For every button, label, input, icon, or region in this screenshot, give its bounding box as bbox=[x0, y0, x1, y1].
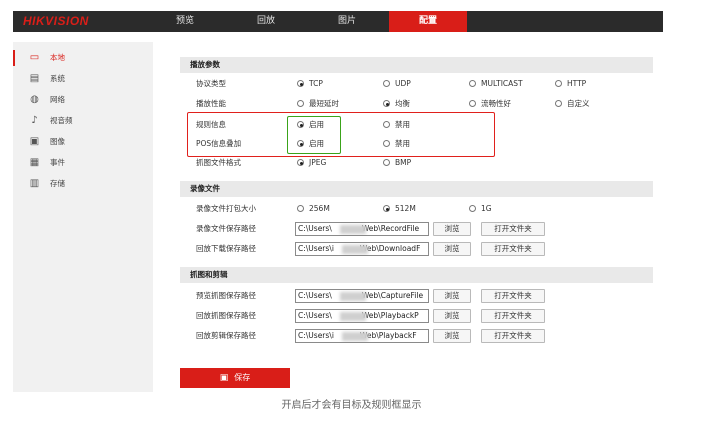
radio-protocol-udp[interactable]: UDP bbox=[383, 78, 411, 90]
sidebar-item-system[interactable]: ▤ 系统 bbox=[13, 69, 153, 89]
storage-icon: ▥ bbox=[29, 178, 40, 189]
download-path-input[interactable]: C:\Users\i Web\DownloadF bbox=[295, 242, 429, 256]
playback-clip-path-input[interactable]: C:\Users\i Web\PlaybackF bbox=[295, 329, 429, 343]
sidebar-item-label: 视音频 bbox=[50, 116, 73, 125]
save-button-label: 保存 bbox=[234, 373, 251, 382]
radio-performance-lowest-delay[interactable]: 最短延时 bbox=[297, 98, 339, 110]
playback-capture-path-input[interactable]: C:\Users\ Web\PlaybackP bbox=[295, 309, 429, 323]
preview-capture-path-input[interactable]: C:\Users\ Web\CaptureFile bbox=[295, 289, 429, 303]
section-record-file: 录像文件 bbox=[180, 181, 653, 197]
caption-text: 开启后才会有目标及规则框显示 bbox=[281, 400, 422, 411]
radio-pack-512m[interactable]: 512M bbox=[383, 203, 416, 215]
highlight-box-green bbox=[287, 116, 341, 154]
pack-size-label: 录像文件打包大小 bbox=[196, 204, 256, 213]
sidebar-item-label: 系统 bbox=[50, 74, 65, 83]
sidebar-item-label: 存储 bbox=[50, 179, 65, 188]
highlight-box-red bbox=[187, 112, 495, 157]
performance-label: 播放性能 bbox=[196, 99, 226, 108]
globe-icon: ◍ bbox=[30, 94, 39, 105]
tab-picture[interactable]: 图片 bbox=[308, 11, 386, 32]
radio-protocol-http[interactable]: HTTP bbox=[555, 78, 586, 90]
section-capture-clip: 抓图和剪辑 bbox=[180, 267, 653, 283]
save-icon: ▣ bbox=[219, 373, 229, 383]
open-folder-button[interactable]: 打开文件夹 bbox=[481, 309, 545, 323]
browse-button[interactable]: 浏览 bbox=[433, 309, 471, 323]
radio-performance-smooth[interactable]: 流畅性好 bbox=[469, 98, 511, 110]
sidebar-item-label: 图像 bbox=[50, 137, 65, 146]
sidebar-item-audio-video[interactable]: ♪ 视音频 bbox=[13, 111, 153, 131]
playback-capture-path-label: 回放抓图保存路径 bbox=[196, 311, 256, 320]
tab-preview[interactable]: 预览 bbox=[146, 11, 224, 32]
radio-pack-256m[interactable]: 256M bbox=[297, 203, 330, 215]
sidebar-item-event[interactable]: ▦ 事件 bbox=[13, 153, 153, 173]
browse-button[interactable]: 浏览 bbox=[433, 329, 471, 343]
browse-button[interactable]: 浏览 bbox=[433, 222, 471, 236]
open-folder-button[interactable]: 打开文件夹 bbox=[481, 242, 545, 256]
record-save-path-label: 录像文件保存路径 bbox=[196, 224, 256, 233]
sidebar-item-network[interactable]: ◍ 网络 bbox=[13, 90, 153, 110]
download-path-label: 回放下载保存路径 bbox=[196, 244, 256, 253]
audio-video-icon: ♪ bbox=[31, 115, 38, 126]
record-save-path-input[interactable]: C:\Users\ Web\RecordFile bbox=[295, 222, 429, 236]
top-nav-bar: HIKVISION 预览 回放 图片 配置 bbox=[13, 11, 663, 32]
sidebar-item-image[interactable]: ▣ 图像 bbox=[13, 132, 153, 152]
browse-button[interactable]: 浏览 bbox=[433, 242, 471, 256]
section-playback-params: 播放参数 bbox=[180, 57, 653, 73]
open-folder-button[interactable]: 打开文件夹 bbox=[481, 222, 545, 236]
playback-clip-path-label: 回放剪辑保存路径 bbox=[196, 331, 256, 340]
save-button[interactable]: ▣ 保存 bbox=[180, 368, 290, 388]
radio-protocol-multicast[interactable]: MULTICAST bbox=[469, 78, 523, 90]
radio-format-jpeg[interactable]: JPEG bbox=[297, 157, 326, 169]
sidebar-item-label: 事件 bbox=[50, 158, 65, 167]
sidebar-item-storage[interactable]: ▥ 存储 bbox=[13, 174, 153, 194]
tab-configuration[interactable]: 配置 bbox=[389, 11, 467, 32]
radio-format-bmp[interactable]: BMP bbox=[383, 157, 411, 169]
preview-capture-path-label: 预览抓图保存路径 bbox=[196, 291, 256, 300]
config-panel: 播放参数 协议类型 TCP UDP MULTICAST HTTP 播放性能 最短… bbox=[153, 32, 663, 392]
image-icon: ▣ bbox=[29, 136, 40, 147]
open-folder-button[interactable]: 打开文件夹 bbox=[481, 289, 545, 303]
sidebar: ▭ 本地 ▤ 系统 ◍ 网络 ♪ 视音频 ▣ 图像 ▦ 事件 ▥ 存储 bbox=[13, 42, 153, 392]
sidebar-item-label: 网络 bbox=[50, 95, 65, 104]
protocol-label: 协议类型 bbox=[196, 79, 226, 88]
brand-logo: HIKVISION bbox=[23, 14, 89, 28]
system-icon: ▤ bbox=[29, 73, 40, 84]
browse-button[interactable]: 浏览 bbox=[433, 289, 471, 303]
radio-performance-balanced[interactable]: 均衡 bbox=[383, 98, 410, 110]
snapshot-format-label: 抓图文件格式 bbox=[196, 158, 241, 167]
monitor-icon: ▭ bbox=[29, 52, 40, 63]
calendar-icon: ▦ bbox=[29, 157, 40, 168]
sidebar-item-local[interactable]: ▭ 本地 bbox=[13, 48, 153, 68]
open-folder-button[interactable]: 打开文件夹 bbox=[481, 329, 545, 343]
tab-playback[interactable]: 回放 bbox=[227, 11, 305, 32]
radio-pack-1g[interactable]: 1G bbox=[469, 203, 492, 215]
sidebar-item-label: 本地 bbox=[50, 53, 65, 62]
radio-protocol-tcp[interactable]: TCP bbox=[297, 78, 323, 90]
radio-performance-custom[interactable]: 自定义 bbox=[555, 98, 590, 110]
